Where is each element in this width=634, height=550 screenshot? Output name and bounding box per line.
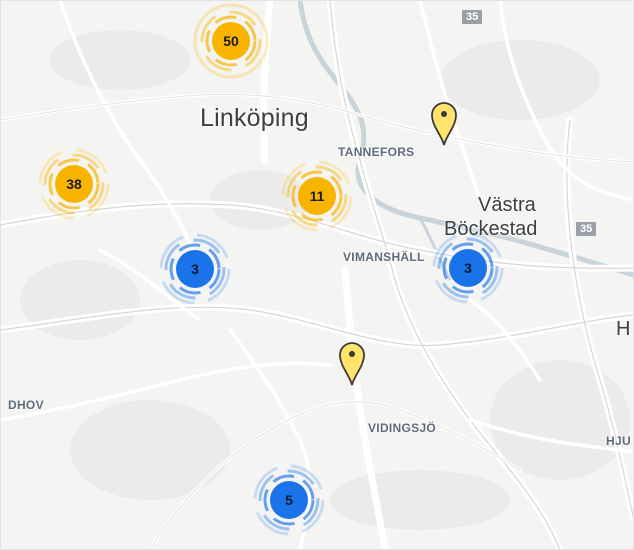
town-label-vastra-bockestad-line1: Västra <box>478 194 536 216</box>
map-pin-icon <box>339 342 365 386</box>
map-pin-north-east[interactable] <box>429 100 459 146</box>
map-pin-icon <box>431 102 457 146</box>
marker-cluster-11[interactable]: 11 <box>277 156 357 236</box>
road-shield-35-top: 35 <box>462 10 483 24</box>
marker-cluster-50[interactable]: 50 <box>191 1 271 81</box>
map-pin-south[interactable] <box>337 340 367 386</box>
cluster-count: 11 <box>309 188 325 204</box>
cluster-count: 50 <box>223 33 239 49</box>
cluster-count: 3 <box>464 260 472 276</box>
marker-cluster-5[interactable]: 5 <box>249 460 329 540</box>
road-shield-35-right: 35 <box>576 222 597 236</box>
town-label-h-partial: H <box>616 318 631 340</box>
city-label-linkoping: Linköping <box>200 104 309 132</box>
marker-cluster-3-east[interactable]: 3 <box>428 228 508 308</box>
cluster-count: 5 <box>285 492 293 508</box>
map-canvas[interactable]: Linköping TANNEFORS Västra Böckestad VIM… <box>0 0 634 550</box>
marker-cluster-3-west[interactable]: 3 <box>155 229 235 309</box>
cluster-count: 3 <box>191 261 199 277</box>
marker-cluster-38[interactable]: 38 <box>34 144 114 224</box>
district-label-dhov: DHOV <box>8 398 44 412</box>
district-label-vimanshall: VIMANSHÄLL <box>343 250 425 264</box>
district-label-hju: HJU <box>606 434 631 448</box>
district-label-vidingsjo: VIDINGSJÖ <box>368 421 437 435</box>
cluster-count: 38 <box>66 176 82 192</box>
